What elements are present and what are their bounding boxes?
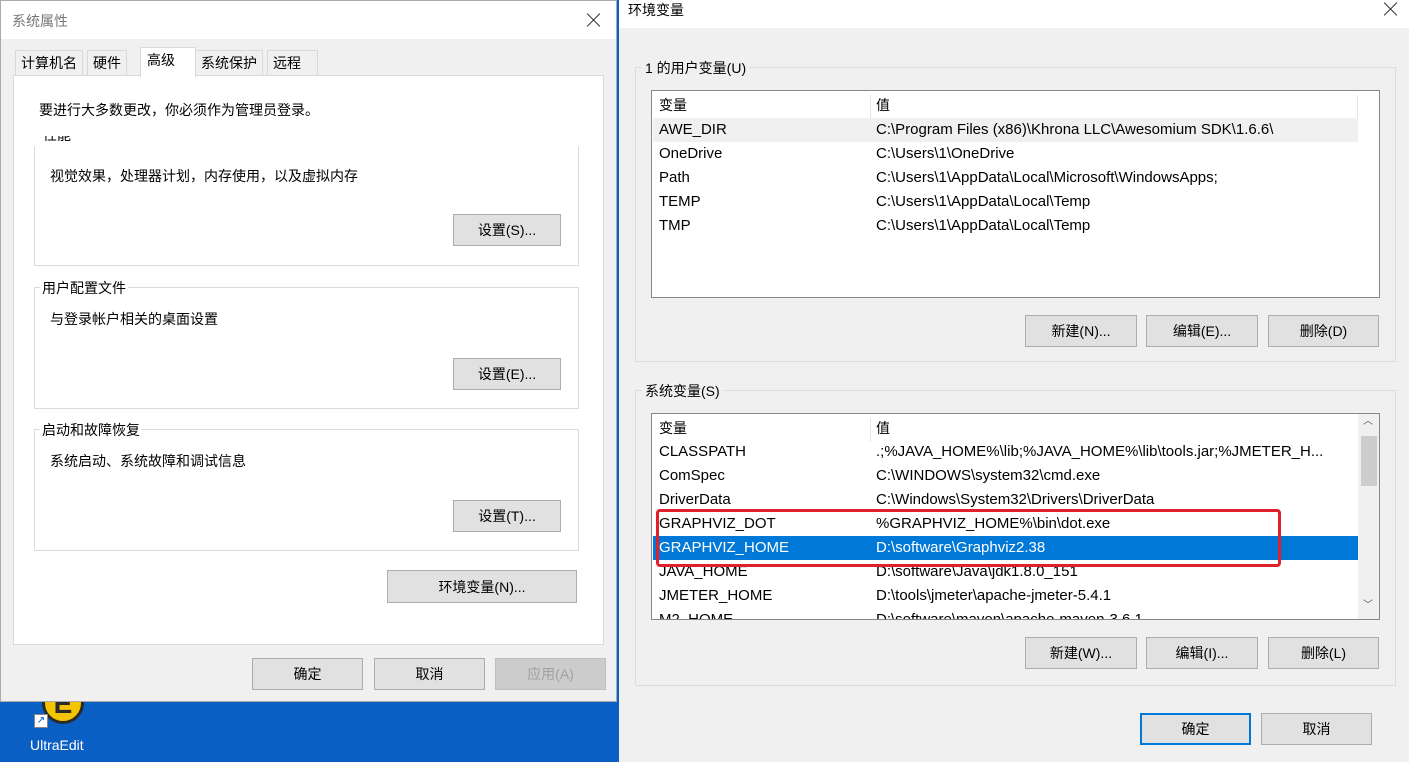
row-variable: Path: [659, 169, 690, 186]
system-variables-title: 系统变量(S): [642, 381, 723, 401]
admin-note: 要进行大多数更改，你必须作为管理员登录。: [39, 102, 319, 118]
column-header-value[interactable]: 值: [876, 95, 890, 115]
tab-label: 计算机名: [21, 55, 77, 71]
close-icon[interactable]: [1383, 1, 1399, 17]
apply-button[interactable]: 应用(A): [495, 658, 606, 690]
performance-desc: 视觉效果，处理器计划，内存使用，以及虚拟内存: [50, 168, 358, 184]
user-variables-list[interactable]: 变量 值 AWE_DIR C:\Program Files (x86)\Khro…: [651, 90, 1380, 298]
row-value: C:\Program Files (x86)\Khrona LLC\Awesom…: [876, 121, 1274, 138]
user-delete-button[interactable]: 删除(D): [1268, 315, 1379, 347]
user-variables-title: 1 的用户变量(U): [642, 58, 750, 78]
user-edit-button[interactable]: 编辑(E)...: [1146, 315, 1258, 347]
performance-title-fragment: 性能: [43, 136, 71, 141]
system-properties-window: 系统属性 计算机名 硬件 高级 系统保护 远程 要进行大多数更改，你必须作为管理…: [0, 0, 617, 702]
user-variables-group: 1 的用户变量(U) 变量 值 AWE_DIR C:\Program Files…: [635, 58, 1396, 362]
startup-recovery-desc: 系统启动、系统故障和调试信息: [50, 453, 246, 469]
environment-variables-button[interactable]: 环境变量(N)...: [387, 570, 577, 603]
row-value: .;%JAVA_HOME%\lib;%JAVA_HOME%\lib\tools.…: [876, 443, 1324, 460]
row-variable: TEMP: [659, 193, 701, 210]
user-profile-title: 用户配置文件: [40, 278, 128, 298]
list-header: 变量 值: [652, 414, 1379, 442]
user-new-button[interactable]: 新建(N)...: [1025, 315, 1137, 347]
row-variable: M2_HOME: [659, 611, 734, 620]
vertical-scrollbar[interactable]: ︿ ﹀: [1358, 414, 1379, 619]
scroll-up-icon[interactable]: ︿: [1363, 417, 1373, 427]
row-value: D:\software\maven\apache-maven-3.6.1: [876, 611, 1143, 620]
tab-label: 系统保护: [201, 55, 257, 71]
table-row[interactable]: ComSpec C:\WINDOWS\system32\cmd.exe: [653, 464, 1358, 488]
tab-label: 远程: [273, 55, 301, 71]
row-value: C:\Users\1\OneDrive: [876, 145, 1015, 162]
user-profile-desc: 与登录帐户相关的桌面设置: [50, 311, 218, 327]
column-separator: [870, 95, 871, 119]
column-header-variable[interactable]: 变量: [659, 418, 687, 438]
system-edit-button[interactable]: 编辑(I)...: [1146, 637, 1258, 669]
table-row[interactable]: M2_HOME D:\software\maven\apache-maven-3…: [653, 608, 1358, 620]
column-header-value[interactable]: 值: [876, 418, 890, 438]
system-new-button[interactable]: 新建(W)...: [1025, 637, 1137, 669]
table-row[interactable]: CLASSPATH .;%JAVA_HOME%\lib;%JAVA_HOME%\…: [653, 440, 1358, 464]
group-title: 性能: [43, 136, 71, 141]
user-profile-settings-button[interactable]: 设置(E)...: [453, 358, 561, 390]
environment-variables-window: 环境变量 1 的用户变量(U) 变量 值 AWE_DIR C:\Program …: [619, 0, 1409, 762]
tab-remote[interactable]: 远程: [267, 50, 318, 75]
row-value: C:\WINDOWS\system32\cmd.exe: [876, 467, 1101, 484]
table-row[interactable]: AWE_DIR C:\Program Files (x86)\Khrona LL…: [653, 118, 1358, 142]
cancel-button[interactable]: 取消: [374, 658, 485, 690]
table-row[interactable]: TMP C:\Users\1\AppData\Local\Temp: [653, 214, 1358, 238]
performance-settings-button[interactable]: 设置(S)...: [453, 214, 561, 246]
row-variable: ComSpec: [659, 467, 725, 484]
tab-hardware[interactable]: 硬件: [87, 50, 127, 75]
performance-group: 性能 视觉效果，处理器计划，内存使用，以及虚拟内存 设置(S)...: [34, 136, 579, 266]
column-separator: [870, 418, 871, 442]
titlebar: 系统属性: [1, 1, 616, 39]
annotation-highlight-box: [656, 509, 1281, 567]
scrollbar-thumb[interactable]: [1361, 436, 1377, 486]
ok-button[interactable]: 确定: [1140, 713, 1251, 745]
row-value: C:\Users\1\AppData\Local\Temp: [876, 193, 1091, 210]
row-variable: AWE_DIR: [659, 121, 727, 138]
tab-advanced[interactable]: 高级: [140, 47, 196, 77]
scroll-down-icon[interactable]: ﹀: [1363, 601, 1373, 611]
desktop-icon-label: UltraEdit: [30, 737, 84, 753]
row-value: C:\Users\1\AppData\Local\Microsoft\Windo…: [876, 169, 1218, 186]
close-icon[interactable]: [586, 12, 602, 28]
table-row[interactable]: JMETER_HOME D:\tools\jmeter\apache-jmete…: [653, 584, 1358, 608]
shortcut-arrow-icon: ↗: [34, 714, 48, 728]
column-separator: [1357, 95, 1358, 119]
startup-recovery-settings-button[interactable]: 设置(T)...: [453, 500, 561, 532]
system-variables-group: 系统变量(S) 变量 值 CLASSPATH .;%JAVA_HOME%\lib…: [635, 381, 1396, 686]
tab-label: 硬件: [93, 55, 121, 71]
startup-recovery-title: 启动和故障恢复: [40, 420, 142, 440]
list-header: 变量 值: [652, 91, 1379, 119]
startup-recovery-group: 启动和故障恢复 系统启动、系统故障和调试信息 设置(T)...: [34, 420, 579, 551]
user-profile-group: 用户配置文件 与登录帐户相关的桌面设置 设置(E)...: [34, 278, 579, 409]
system-delete-button[interactable]: 删除(L): [1268, 637, 1379, 669]
row-value: C:\Users\1\AppData\Local\Temp: [876, 217, 1091, 234]
window-title: 环境变量: [628, 2, 684, 18]
tab-label: 高级: [147, 52, 175, 68]
row-value: D:\tools\jmeter\apache-jmeter-5.4.1: [876, 587, 1112, 604]
window-title: 系统属性: [12, 13, 68, 29]
column-header-variable[interactable]: 变量: [659, 95, 687, 115]
table-row[interactable]: TEMP C:\Users\1\AppData\Local\Temp: [653, 190, 1358, 214]
tab-computer-name[interactable]: 计算机名: [15, 50, 83, 75]
row-variable: CLASSPATH: [659, 443, 746, 460]
advanced-tab-panel: 要进行大多数更改，你必须作为管理员登录。 性能 视觉效果，处理器计划，内存使用，…: [13, 75, 604, 645]
tab-system-protection[interactable]: 系统保护: [195, 50, 263, 75]
row-variable: OneDrive: [659, 145, 723, 162]
row-variable: TMP: [659, 217, 691, 234]
table-row[interactable]: Path C:\Users\1\AppData\Local\Microsoft\…: [653, 166, 1358, 190]
cancel-button[interactable]: 取消: [1261, 713, 1372, 745]
row-variable: JMETER_HOME: [659, 587, 773, 604]
ok-button[interactable]: 确定: [252, 658, 363, 690]
titlebar: 环境变量: [619, 0, 1409, 28]
table-row[interactable]: OneDrive C:\Users\1\OneDrive: [653, 142, 1358, 166]
